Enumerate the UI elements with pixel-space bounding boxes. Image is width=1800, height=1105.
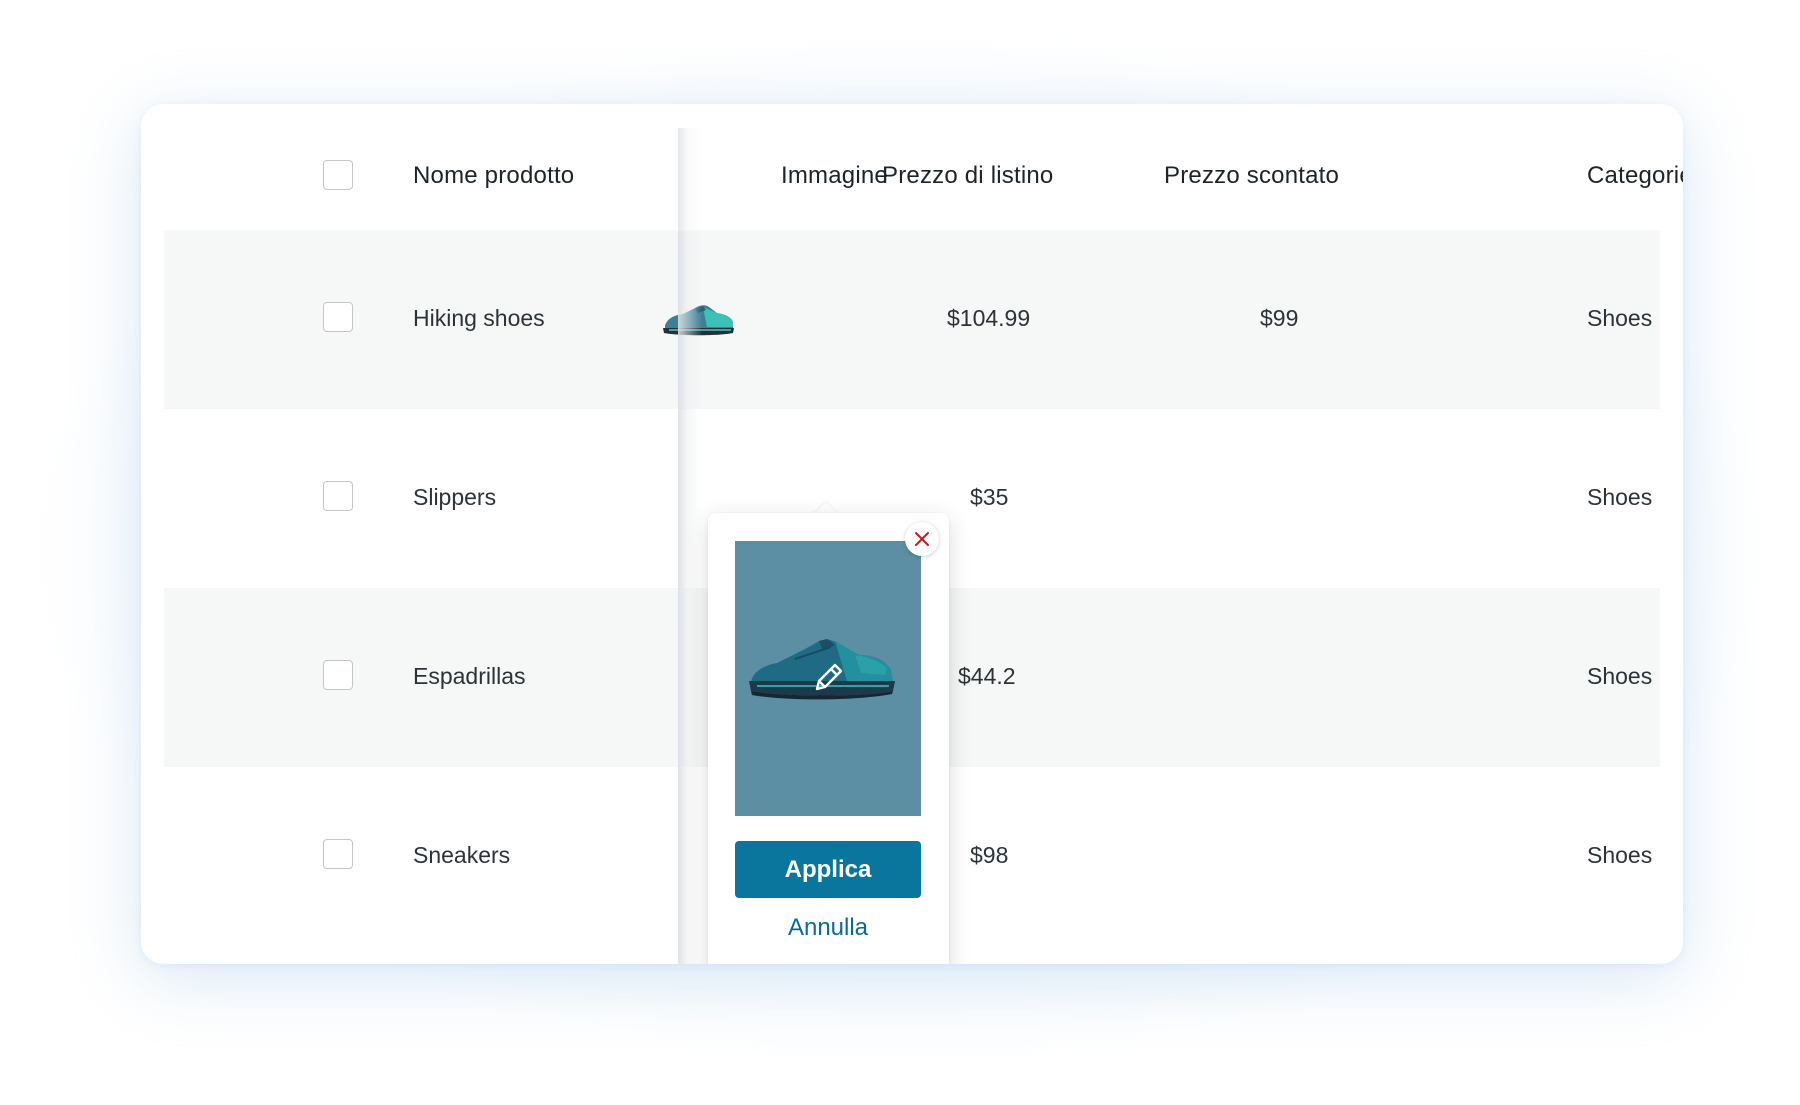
product-name[interactable]: Slippers bbox=[413, 484, 496, 511]
product-name[interactable]: Espadrillas bbox=[413, 663, 526, 690]
close-button[interactable] bbox=[905, 522, 939, 556]
category[interactable]: Shoes bbox=[1587, 484, 1652, 511]
row-checkbox[interactable] bbox=[323, 839, 353, 869]
sale-price[interactable]: $99 bbox=[1260, 305, 1298, 332]
row-checkbox[interactable] bbox=[323, 660, 353, 690]
products-table-card: Nome prodotto Immagine Prezzo di listino… bbox=[141, 104, 1683, 964]
category[interactable]: Shoes bbox=[1587, 842, 1652, 869]
cancel-link[interactable]: Annulla bbox=[735, 908, 921, 948]
product-name[interactable]: Hiking shoes bbox=[413, 305, 545, 332]
column-header-list-price[interactable]: Prezzo di listino bbox=[882, 162, 1053, 190]
select-all-checkbox[interactable] bbox=[323, 160, 353, 190]
column-header-name[interactable]: Nome prodotto bbox=[413, 162, 574, 190]
list-price[interactable]: $44.2 bbox=[958, 663, 1016, 690]
column-header-categories[interactable]: Categorie bbox=[1587, 162, 1683, 190]
category[interactable]: Shoes bbox=[1587, 663, 1652, 690]
pencil-icon bbox=[815, 663, 843, 691]
close-icon bbox=[915, 532, 929, 546]
row-checkbox[interactable] bbox=[323, 302, 353, 332]
apply-button[interactable]: Applica bbox=[735, 841, 921, 898]
list-price[interactable]: $35 bbox=[970, 484, 1008, 511]
list-price[interactable]: $98 bbox=[970, 842, 1008, 869]
row-checkbox[interactable] bbox=[323, 481, 353, 511]
column-header-sale-price[interactable]: Prezzo scontato bbox=[1164, 162, 1339, 190]
list-price[interactable]: $104.99 bbox=[947, 305, 1030, 332]
column-header-image[interactable]: Immagine bbox=[781, 162, 888, 190]
product-name[interactable]: Sneakers bbox=[413, 842, 510, 869]
sticky-column-divider bbox=[678, 231, 702, 964]
table-row[interactable] bbox=[164, 230, 1660, 409]
sticky-column-divider bbox=[678, 128, 702, 231]
category[interactable]: Shoes bbox=[1587, 305, 1652, 332]
image-picker-popover: Applica Annulla bbox=[708, 513, 949, 964]
image-preview[interactable] bbox=[735, 541, 921, 816]
